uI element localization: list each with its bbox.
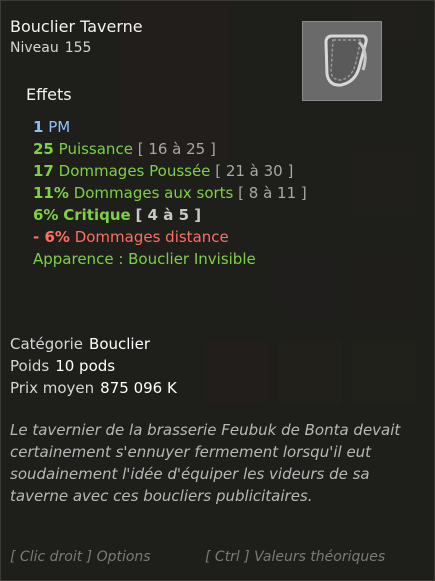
effect-text: Apparence : Bouclier Invisible [33, 250, 256, 268]
effect-text: Critique [63, 206, 131, 224]
leather-shield-icon [324, 34, 368, 87]
item-info: Catégorie Bouclier Poids 10 pods Prix moye… [10, 333, 177, 399]
effect-value: 25 [33, 140, 54, 158]
price-label: Prix moyen [10, 379, 95, 397]
effect-line: 1 PM [33, 116, 318, 138]
effect-text: PM [48, 118, 71, 136]
effect-range: [ 8 à 11 ] [238, 184, 307, 202]
weight-row: Poids 10 pods [10, 355, 177, 377]
effect-line: 11% Dommages aux sorts [ 8 à 11 ] [33, 182, 318, 204]
effect-text: Dommages distance [74, 228, 229, 246]
effect-value: 6% [33, 206, 59, 224]
effect-value: 11% [33, 184, 69, 202]
footer-theoretical-hint: [ Ctrl ] Valeurs théoriques [205, 549, 386, 565]
effect-line: 17 Dommages Poussée [ 21 à 30 ] [33, 160, 318, 182]
weight-label: Poids [10, 357, 50, 375]
effect-text: Dommages Poussée [58, 162, 211, 180]
effect-line: 25 Puissance [ 16 à 25 ] [33, 138, 318, 160]
category-label: Catégorie [10, 335, 84, 353]
price-row: Prix moyen 875 096 K [10, 377, 177, 399]
effect-range: [ 16 à 25 ] [137, 140, 216, 158]
category-value: Bouclier [89, 335, 150, 353]
effects-list: 1 PM 25 Puissance [ 16 à 25 ] 17 Dommage… [33, 116, 318, 270]
footer-options-hint: [ Clic droit ] Options [10, 549, 151, 565]
effect-text: Puissance [58, 140, 133, 158]
effect-range: [ 21 à 30 ] [215, 162, 294, 180]
item-name: Bouclier Taverne [10, 17, 143, 36]
item-level: Niveau 155 [10, 40, 91, 56]
item-tooltip: Bouclier Taverne Niveau 155 Effets 1 PM 2… [0, 0, 435, 581]
weight-value: 10 pods [55, 357, 116, 375]
level-value: 155 [64, 40, 92, 56]
effects-heading: Effets [26, 85, 72, 104]
effect-line: - 6% Dommages distance [33, 226, 318, 248]
item-image-frame [302, 21, 382, 101]
effect-value: - 6% [33, 228, 70, 246]
level-label: Niveau [10, 40, 59, 56]
effect-line: Apparence : Bouclier Invisible [33, 248, 318, 270]
price-value: 875 096 K [100, 379, 177, 397]
effect-value: 17 [33, 162, 54, 180]
item-description: Le tavernier de la brasserie Feubuk de B… [10, 421, 401, 505]
effect-value: 1 [33, 118, 44, 136]
effect-range: [ 4 à 5 ] [135, 206, 202, 224]
effect-text: Dommages aux sorts [73, 184, 234, 202]
effect-line: 6% Critique [ 4 à 5 ] [33, 204, 318, 226]
category-row: Catégorie Bouclier [10, 333, 177, 355]
